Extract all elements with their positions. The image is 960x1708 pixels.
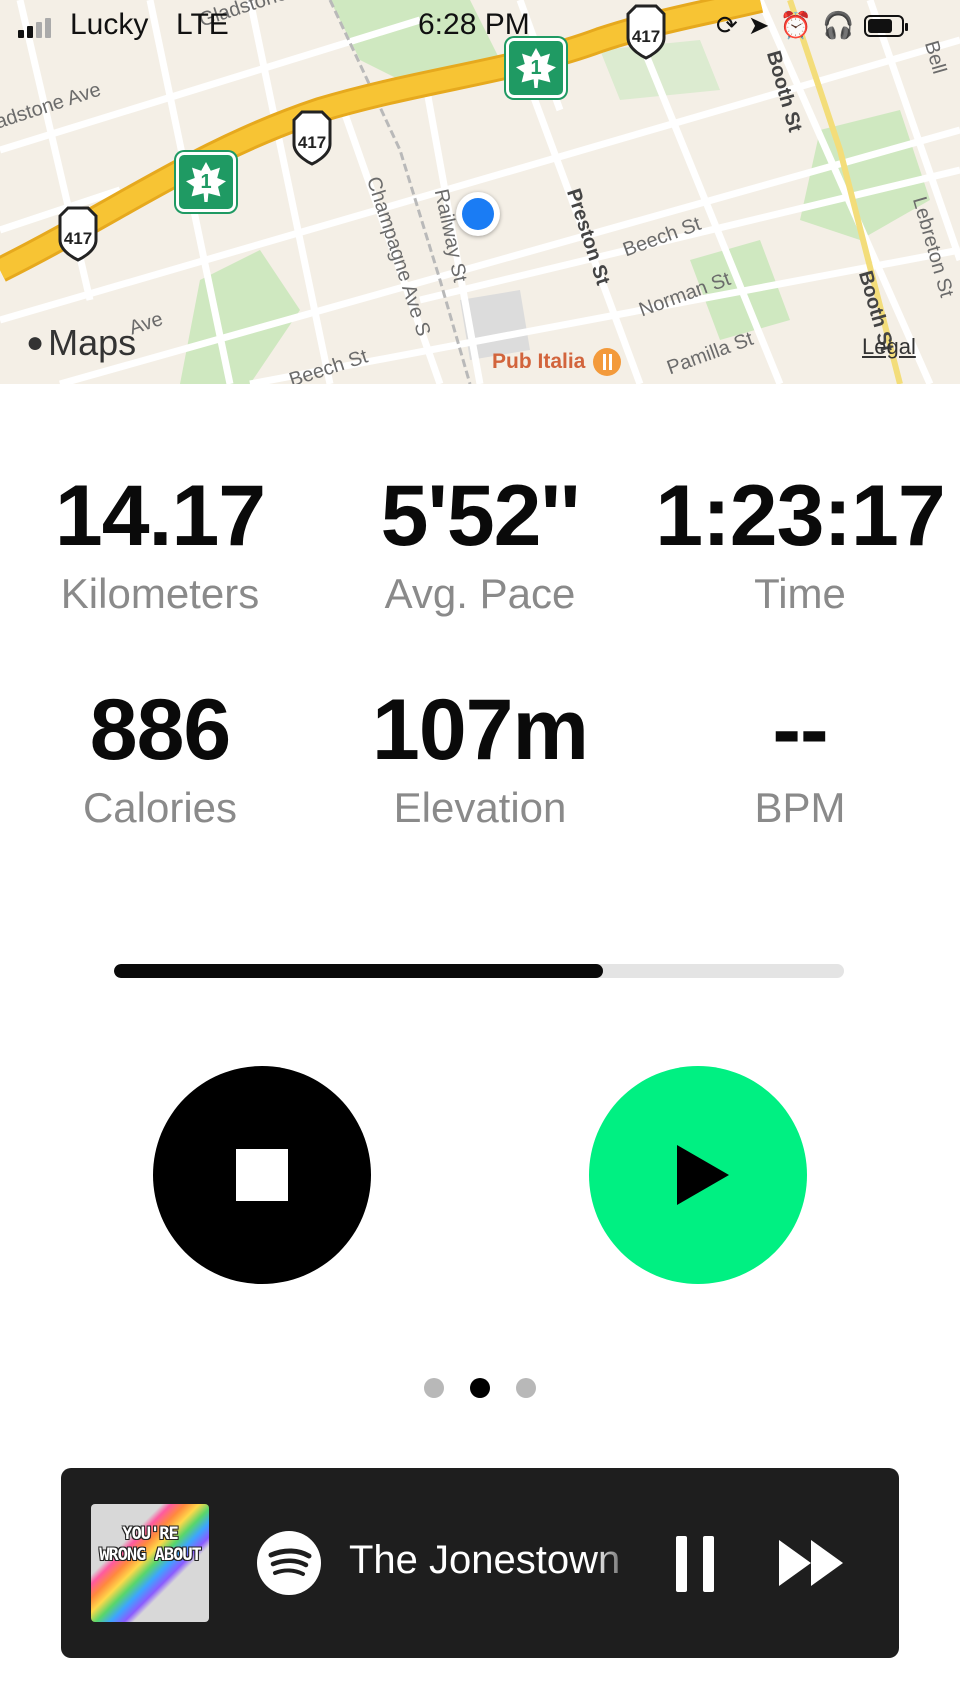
stat-value: 886 <box>89 682 232 778</box>
status-icons: ⟳ ➤ ⏰ 🎧 <box>716 10 909 41</box>
stat-distance: 14.17 Kilometers <box>0 470 320 620</box>
restaurant-icon <box>593 348 622 376</box>
status-bar: Lucky LTE 6:28 PM ⟳ ➤ ⏰ 🎧 <box>0 0 960 52</box>
route-417-shield: 417 <box>58 206 98 262</box>
play-icon <box>677 1145 729 1205</box>
stop-icon <box>236 1149 288 1201</box>
track-title[interactable]: The Jonestown <box>349 1538 637 1583</box>
status-time: 6:28 PM <box>418 8 530 41</box>
page-indicator[interactable] <box>0 1378 960 1398</box>
carrier-name: Lucky <box>70 8 149 41</box>
stat-label: BPM <box>754 784 846 831</box>
pause-icon <box>703 1536 714 1592</box>
alarm-icon: ⏰ <box>779 10 812 40</box>
stat-avg-pace: 5'52'' Avg. Pace <box>320 470 640 620</box>
maps-logo: ● Maps <box>26 322 136 364</box>
progress-fill <box>114 964 604 978</box>
page-dot[interactable] <box>424 1378 444 1398</box>
stat-label: Time <box>754 570 846 617</box>
stop-button[interactable] <box>153 1066 371 1284</box>
legal-link[interactable]: Legal <box>862 334 916 360</box>
route-1-shield: 1 <box>176 152 236 212</box>
battery-icon <box>864 14 909 37</box>
fast-forward-icon <box>811 1540 843 1586</box>
spotify-icon <box>257 1531 321 1595</box>
workout-stats-grid: 14.17 Kilometers 5'52'' Avg. Pace 1:23:1… <box>0 470 960 834</box>
maps-logo-text: Maps <box>48 322 137 363</box>
network-type: LTE <box>176 8 229 41</box>
skip-forward-button[interactable] <box>779 1540 843 1586</box>
workout-progress-bar <box>114 964 844 978</box>
fast-forward-icon <box>779 1540 811 1586</box>
page-dot[interactable] <box>470 1378 490 1398</box>
current-location-dot <box>456 192 500 236</box>
poi-pub-italia[interactable]: Pub Italia <box>492 348 622 376</box>
stat-label: Avg. Pace <box>384 570 576 617</box>
stat-value: 14.17 <box>54 468 266 564</box>
maple-leaf-icon: 1 <box>186 162 226 202</box>
maple-leaf-icon: 1 <box>516 48 556 88</box>
stat-heart-rate: -- BPM <box>640 684 960 834</box>
apple-icon: ● <box>26 326 45 359</box>
page-dot[interactable] <box>516 1378 536 1398</box>
pause-icon <box>676 1536 687 1592</box>
stat-value: 107m <box>372 682 589 778</box>
stat-elevation: 107m Elevation <box>320 684 640 834</box>
pause-button[interactable] <box>665 1534 725 1594</box>
stat-value: 5'52'' <box>380 468 581 564</box>
headphones-icon: 🎧 <box>821 10 855 40</box>
stat-label: Kilometers <box>60 570 260 617</box>
stat-calories: 886 Calories <box>0 684 320 834</box>
resume-button[interactable] <box>589 1066 807 1284</box>
now-playing-bar[interactable]: YOU'RE WRONG ABOUT The Jonestown <box>61 1468 899 1658</box>
stat-label: Calories <box>82 784 238 831</box>
poi-name: Pub Italia <box>492 350 586 373</box>
stat-label: Elevation <box>393 784 567 831</box>
location-arrow-icon: ➤ <box>747 10 770 40</box>
album-art[interactable]: YOU'RE WRONG ABOUT <box>91 1504 209 1622</box>
album-art-text: YOU'RE WRONG ABOUT <box>99 1524 202 1565</box>
route-417-shield: 417 <box>292 110 332 166</box>
shield-number: 417 <box>64 229 92 248</box>
rotation-lock-icon: ⟳ <box>716 10 738 40</box>
stat-value: -- <box>772 682 828 778</box>
shield-number: 417 <box>298 133 326 152</box>
stat-time: 1:23:17 Time <box>640 470 960 620</box>
stat-value: 1:23:17 <box>655 468 945 564</box>
map-view[interactable]: adstone Ave Gladstone Champagne Ave S Ra… <box>0 0 960 384</box>
cellular-signal-icon <box>18 18 51 38</box>
